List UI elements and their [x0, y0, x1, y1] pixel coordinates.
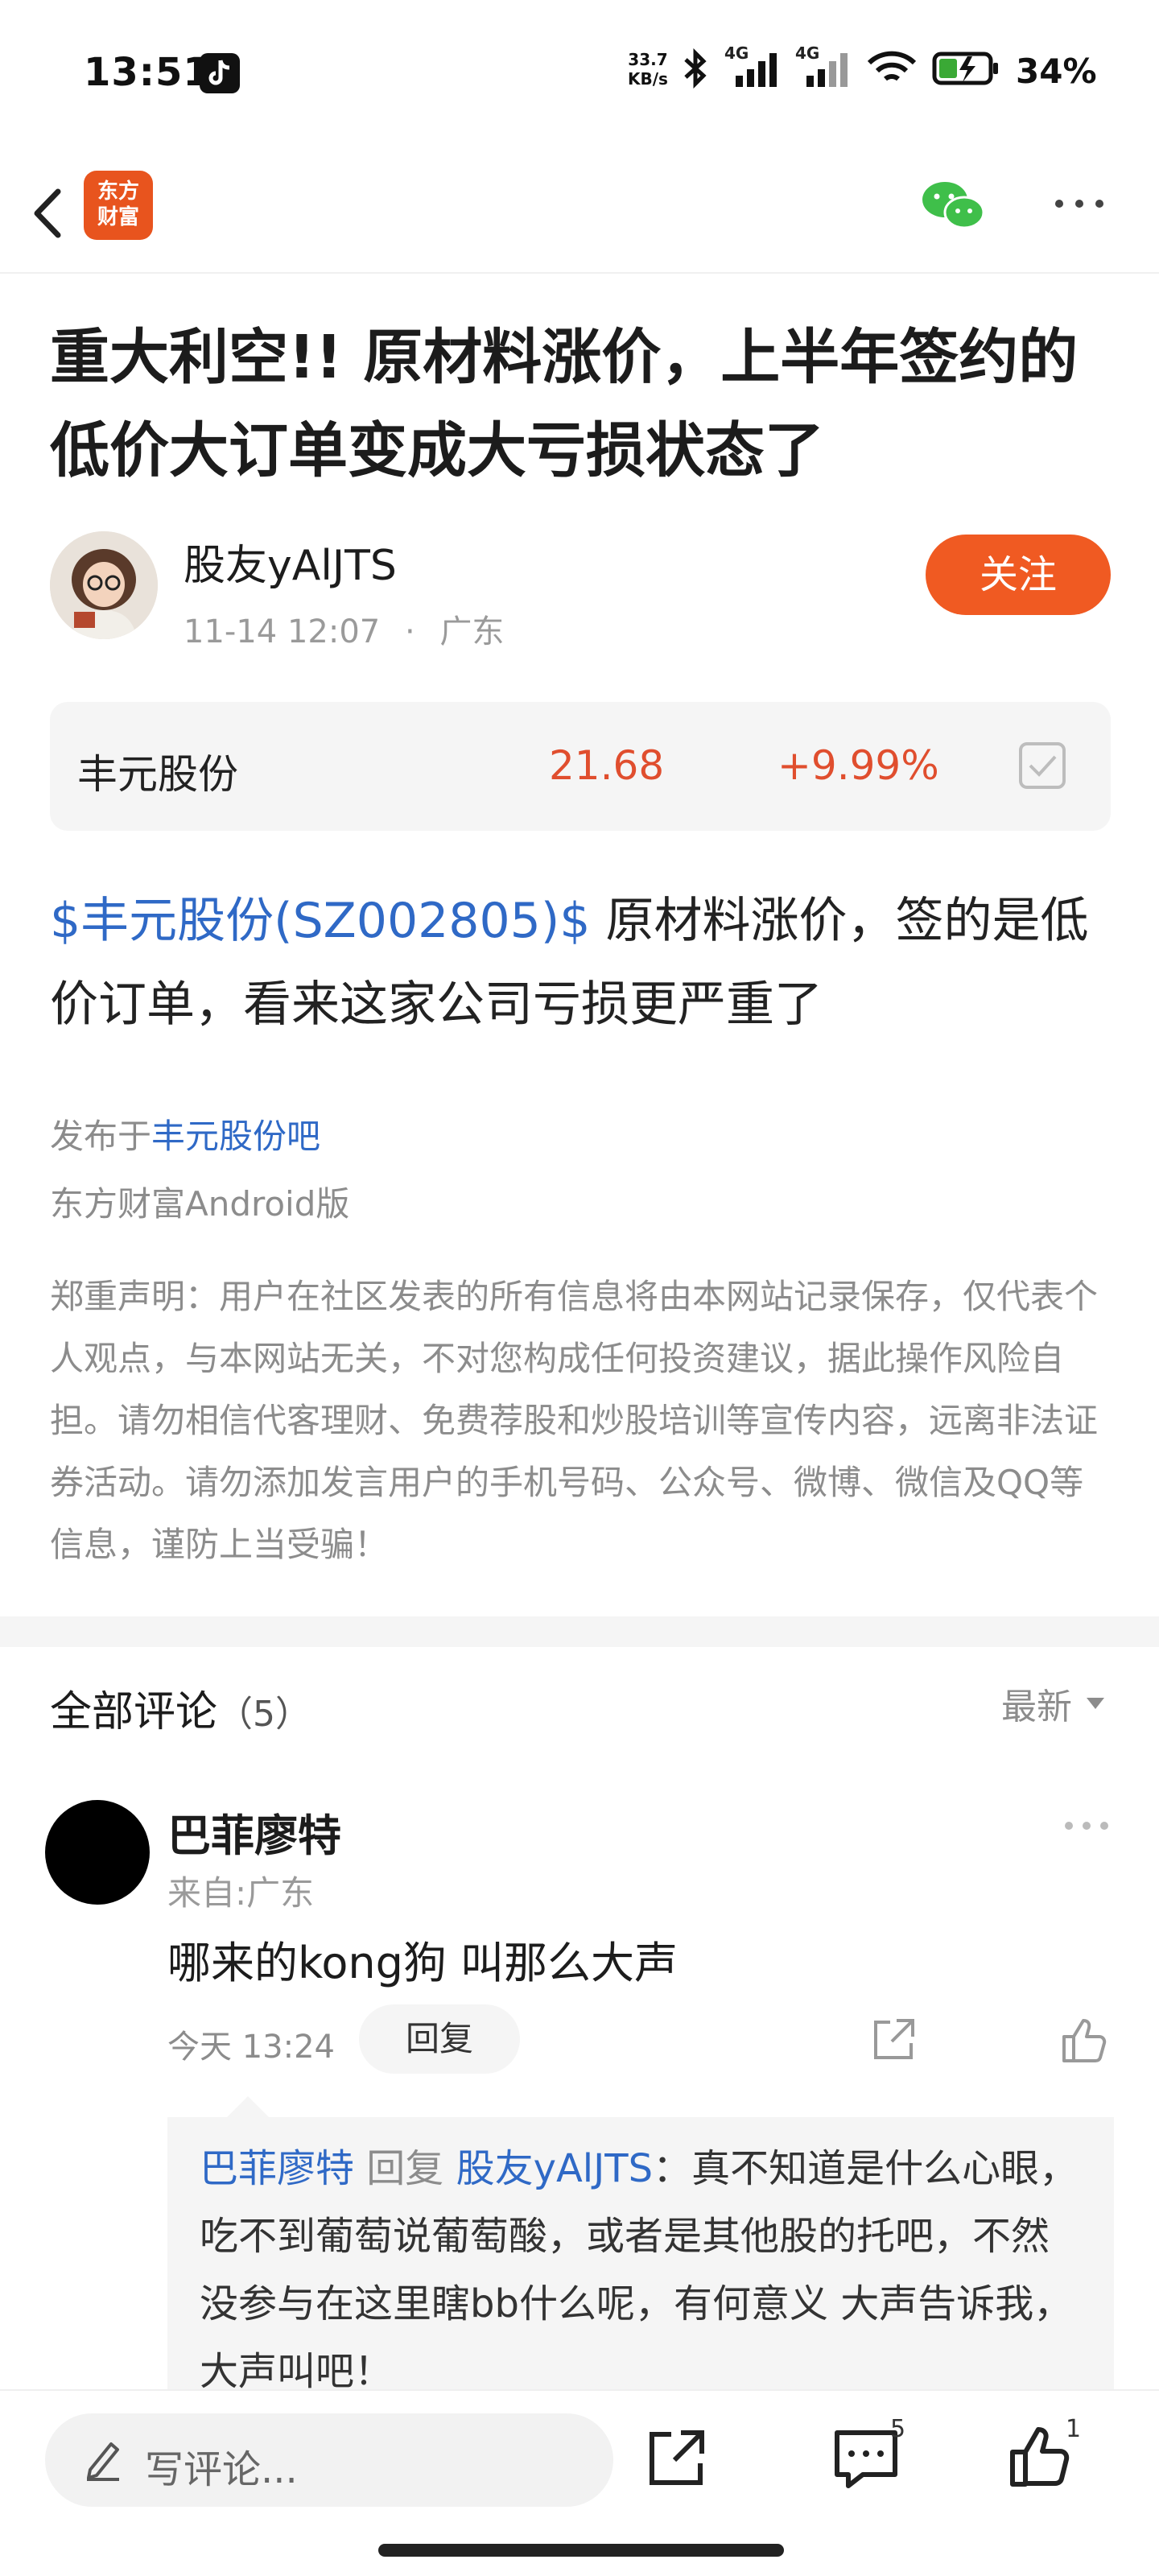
network-label-1: 4G	[724, 43, 749, 63]
avatar-illustration	[50, 531, 158, 639]
pencil-icon	[87, 2442, 119, 2481]
platform-label: 东方财富Android版	[50, 1184, 350, 1224]
reply-verb: 回复	[366, 2146, 444, 2191]
logo-line-1: 东方	[97, 180, 139, 204]
wechat-icon[interactable]	[919, 177, 987, 233]
disclaimer: 郑重声明：用户在社区发表的所有信息将由本网站记录保存，仅代表个人观点，与本网站无…	[50, 1277, 1099, 1564]
meta-separator: ·	[404, 613, 415, 650]
comments-count: （5）	[217, 1694, 311, 1735]
stock-card[interactable]: 丰元股份 21.68 +9.99%	[50, 702, 1111, 831]
comments-heading: 全部评论（5）	[50, 1678, 311, 1738]
post-location: 广东	[439, 613, 505, 650]
published-prefix: 发布于	[50, 1117, 152, 1156]
status-bar: 13:51 33.7 KB/s 4G 4G 34%	[0, 0, 1159, 145]
reply-target[interactable]: 股友yAlJTS	[456, 2146, 654, 2191]
stock-price: 21.68	[549, 742, 665, 789]
chevron-down-icon	[1087, 1698, 1104, 1709]
comment-text: 哪来的kong狗 叫那么大声	[167, 1938, 678, 1988]
comment-avatar[interactable]	[45, 1800, 150, 1905]
section-divider	[0, 1616, 1159, 1647]
net-speed-unit: KB/s	[628, 69, 668, 89]
comment-time: 今天 13:24	[167, 2029, 335, 2066]
bluetooth-icon	[684, 48, 707, 89]
status-icons: 4G 4G	[681, 43, 1000, 89]
bottom-bar: 写评论... 5 1	[0, 2389, 1159, 2576]
comments-heading-label: 全部评论	[50, 1688, 218, 1736]
stock-tag-link[interactable]: $丰元股份(SZ002805)$	[50, 893, 590, 949]
post-time: 11-14 12:07	[184, 613, 381, 650]
signal-2: 4G	[795, 43, 852, 89]
nav-bar: 东方 财富	[0, 153, 1159, 274]
wifi-icon	[867, 51, 917, 81]
like-icon[interactable]	[1059, 2016, 1107, 2064]
author-meta: 11-14 12:07 · 广东	[184, 605, 504, 652]
stock-name: 丰元股份	[77, 751, 238, 798]
like-icon[interactable]	[1006, 2423, 1074, 2491]
share-icon[interactable]	[644, 2426, 708, 2491]
net-speed-value: 33.7	[628, 50, 668, 69]
tiktok-icon	[200, 53, 240, 93]
comment-input-placeholder: 写评论...	[145, 2447, 298, 2492]
like-count-badge: 1	[1066, 2415, 1082, 2443]
sort-dropdown[interactable]: 最新	[1001, 1678, 1106, 1729]
reply-button[interactable]: 回复	[359, 2004, 520, 2074]
home-indicator[interactable]	[378, 2544, 784, 2557]
network-label-2: 4G	[795, 43, 820, 63]
sort-label: 最新	[1001, 1686, 1072, 1728]
reply-notch	[227, 2096, 269, 2117]
signal-1: 4G	[724, 43, 781, 89]
more-icon[interactable]	[1051, 192, 1107, 216]
reply-thread[interactable]: 巴菲廖特 回复 股友yAlJTS：真不知道是什么心眼，吃不到葡萄说葡萄酸，或者是…	[167, 2117, 1114, 2407]
article-title: 重大利空!! 原材料涨价，上半年签约的低价大订单变成大亏损状态了	[50, 323, 1079, 485]
app-logo: 东方 财富	[84, 171, 153, 240]
checkbox-icon[interactable]	[1017, 741, 1067, 791]
share-icon[interactable]	[869, 2016, 918, 2064]
status-time: 13:51	[84, 50, 211, 95]
battery-percent: 34%	[1016, 52, 1097, 91]
comments-count-badge: 5	[890, 2415, 906, 2443]
battery-icon	[932, 52, 998, 85]
net-speed: 33.7 KB/s	[628, 50, 668, 89]
stock-change: +9.99%	[777, 742, 939, 789]
follow-button[interactable]: 关注	[926, 535, 1111, 615]
comment-location: 来自:广东	[167, 1873, 315, 1913]
logo-line-2: 财富	[97, 205, 139, 229]
board-link[interactable]: 丰元股份吧	[151, 1117, 320, 1156]
comment-input[interactable]: 写评论...	[45, 2413, 613, 2507]
back-icon[interactable]	[24, 177, 72, 250]
reply-author[interactable]: 巴菲廖特	[200, 2146, 354, 2191]
author-name[interactable]: 股友yAlJTS	[184, 531, 397, 592]
comment-author[interactable]: 巴菲廖特	[167, 1800, 341, 1864]
published-in: 发布于丰元股份吧	[50, 1109, 320, 1158]
avatar[interactable]	[50, 531, 158, 639]
post-body: $丰元股份(SZ002805)$ 原材料涨价，签的是低价订单，看来这家公司亏损更…	[50, 879, 1120, 1046]
more-icon[interactable]	[1062, 1818, 1111, 1834]
